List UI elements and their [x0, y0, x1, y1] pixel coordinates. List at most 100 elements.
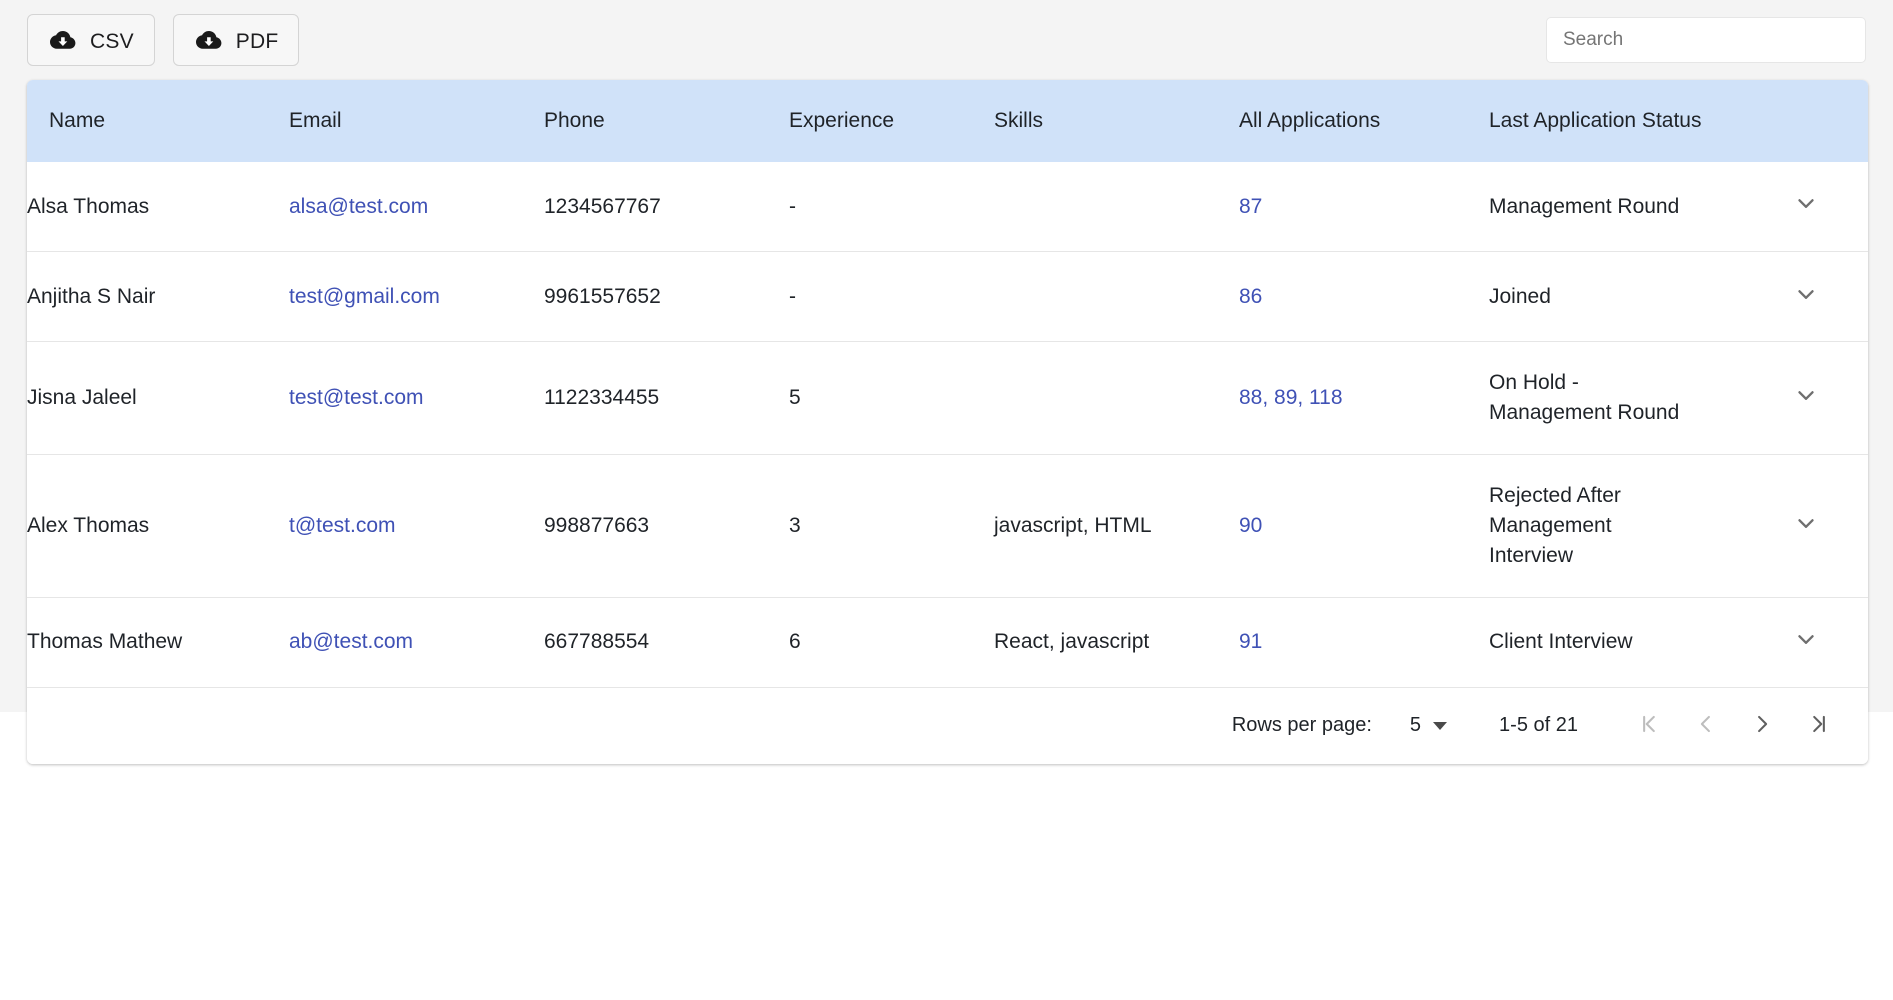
- rows-per-page-value: 5: [1409, 714, 1422, 737]
- cell-expand: [1789, 597, 1868, 688]
- cell-skills: React, javascript: [994, 597, 1239, 688]
- cell-skills: javascript, HTML: [994, 454, 1239, 598]
- expand-row-button[interactable]: [1789, 278, 1823, 312]
- cell-status: Rejected After Management Interview: [1489, 454, 1789, 598]
- table-row[interactable]: Alex Thomas t@test.com 998877663 3 javas…: [27, 454, 1868, 598]
- cell-skills: [994, 251, 1239, 343]
- cell-experience: 6: [789, 597, 994, 688]
- email-link[interactable]: ab@test.com: [289, 630, 413, 653]
- rows-per-page-label: Rows per page:: [1231, 714, 1372, 737]
- email-link[interactable]: test@test.com: [289, 386, 424, 409]
- chevron-right-icon: [1749, 711, 1775, 740]
- search-container: [1546, 17, 1866, 63]
- column-header-email: Email: [289, 80, 544, 162]
- expand-row-button[interactable]: [1789, 624, 1823, 658]
- cell-experience: 5: [789, 341, 994, 456]
- cell-applications: 91: [1239, 597, 1489, 688]
- expand-row-button[interactable]: [1789, 507, 1823, 541]
- application-link[interactable]: 88, 89, 118: [1239, 386, 1343, 409]
- table-row[interactable]: Anjitha S Nair test@gmail.com 9961557652…: [27, 251, 1868, 343]
- cell-name: Thomas Mathew: [27, 597, 289, 688]
- column-header-phone: Phone: [544, 80, 789, 162]
- app-surface: CSV PDF Search Name Email Phone Experien…: [0, 0, 1893, 764]
- export-csv-button[interactable]: CSV: [27, 14, 155, 66]
- table-card: Name Email Phone Experience Skills All A…: [27, 80, 1868, 764]
- cell-phone: 1234567767: [544, 161, 789, 253]
- cell-email: test@gmail.com: [289, 251, 544, 343]
- cell-expand: [1789, 341, 1868, 456]
- last-page-button[interactable]: [1790, 698, 1846, 754]
- status-text: Client Interview: [1489, 630, 1633, 654]
- toolbar: CSV PDF: [0, 0, 1893, 80]
- status-text: Joined: [1489, 284, 1551, 308]
- table-row[interactable]: Jisna Jaleel test@test.com 1122334455 5 …: [27, 341, 1868, 456]
- last-page-icon: [1805, 711, 1831, 740]
- cell-phone: 1122334455: [544, 341, 789, 456]
- cell-name: Jisna Jaleel: [27, 341, 289, 456]
- search-input[interactable]: [1546, 17, 1866, 63]
- cell-skills: [994, 161, 1239, 253]
- export-pdf-label: PDF: [235, 29, 279, 53]
- cell-skills: [994, 341, 1239, 456]
- expand-row-button[interactable]: [1789, 188, 1823, 222]
- chevron-down-icon: [1793, 281, 1819, 310]
- column-header-expand: [1789, 80, 1868, 162]
- cell-name: Anjitha S Nair: [27, 251, 289, 343]
- status-text: Rejected After Management Interview: [1489, 484, 1621, 567]
- status-text: Management Round: [1489, 194, 1680, 218]
- cell-email: alsa@test.com: [289, 161, 544, 253]
- table-row[interactable]: Thomas Mathew ab@test.com 667788554 6 Re…: [27, 597, 1868, 688]
- chevron-down-icon: [1793, 510, 1819, 539]
- first-page-button[interactable]: [1622, 698, 1678, 754]
- cell-phone: 667788554: [544, 597, 789, 688]
- column-header-experience: Experience: [789, 80, 994, 162]
- cell-status: Management Round: [1489, 161, 1789, 253]
- column-header-name: Name: [27, 80, 289, 162]
- email-link[interactable]: test@gmail.com: [289, 285, 440, 308]
- cell-name: Alsa Thomas: [27, 161, 289, 253]
- page-root: CSV PDF Search Name Email Phone Experien…: [0, 0, 1893, 1000]
- column-header-applications: All Applications: [1239, 80, 1489, 162]
- cell-expand: [1789, 251, 1868, 343]
- cell-status: Joined: [1489, 251, 1789, 343]
- chevron-down-icon: [1433, 721, 1448, 730]
- cell-status: Client Interview: [1489, 597, 1789, 688]
- cell-experience: -: [789, 161, 994, 253]
- application-link[interactable]: 91: [1239, 630, 1262, 653]
- column-header-skills: Skills: [994, 80, 1239, 162]
- rows-per-page-select[interactable]: 5: [1409, 714, 1448, 737]
- status-text: On Hold - Management Round: [1489, 371, 1680, 425]
- cell-experience: -: [789, 251, 994, 343]
- export-pdf-button[interactable]: PDF: [172, 14, 300, 66]
- previous-page-button[interactable]: [1678, 698, 1734, 754]
- cell-status: On Hold - Management Round: [1489, 341, 1789, 456]
- application-link[interactable]: 90: [1239, 514, 1262, 537]
- application-link[interactable]: 87: [1239, 195, 1262, 218]
- cell-applications: 90: [1239, 454, 1489, 598]
- cell-experience: 3: [789, 454, 994, 598]
- pagination-bar: Rows per page: 5 1-5 of 21: [27, 687, 1868, 764]
- chevron-down-icon: [1793, 626, 1819, 655]
- application-link[interactable]: 86: [1239, 285, 1262, 308]
- cell-applications: 87: [1239, 161, 1489, 253]
- cell-name: Alex Thomas: [27, 454, 289, 598]
- column-header-last-status: Last Application Status: [1489, 80, 1789, 162]
- email-link[interactable]: alsa@test.com: [289, 195, 428, 218]
- cloud-download-icon: [48, 29, 76, 51]
- cell-phone: 998877663: [544, 454, 789, 598]
- cell-expand: [1789, 454, 1868, 598]
- chevron-down-icon: [1793, 190, 1819, 219]
- table-body: Alsa Thomas alsa@test.com 1234567767 - 8…: [27, 161, 1868, 688]
- cell-email: ab@test.com: [289, 597, 544, 688]
- table-row[interactable]: Alsa Thomas alsa@test.com 1234567767 - 8…: [27, 161, 1868, 253]
- email-link[interactable]: t@test.com: [289, 514, 396, 537]
- cell-applications: 86: [1239, 251, 1489, 343]
- chevron-down-icon: [1793, 382, 1819, 411]
- cloud-download-icon: [194, 29, 222, 51]
- cell-email: test@test.com: [289, 341, 544, 456]
- table-header-row: Name Email Phone Experience Skills All A…: [27, 80, 1868, 162]
- export-csv-label: CSV: [90, 29, 134, 53]
- next-page-button[interactable]: [1734, 698, 1790, 754]
- table-head: Name Email Phone Experience Skills All A…: [27, 80, 1868, 162]
- expand-row-button[interactable]: [1789, 380, 1823, 414]
